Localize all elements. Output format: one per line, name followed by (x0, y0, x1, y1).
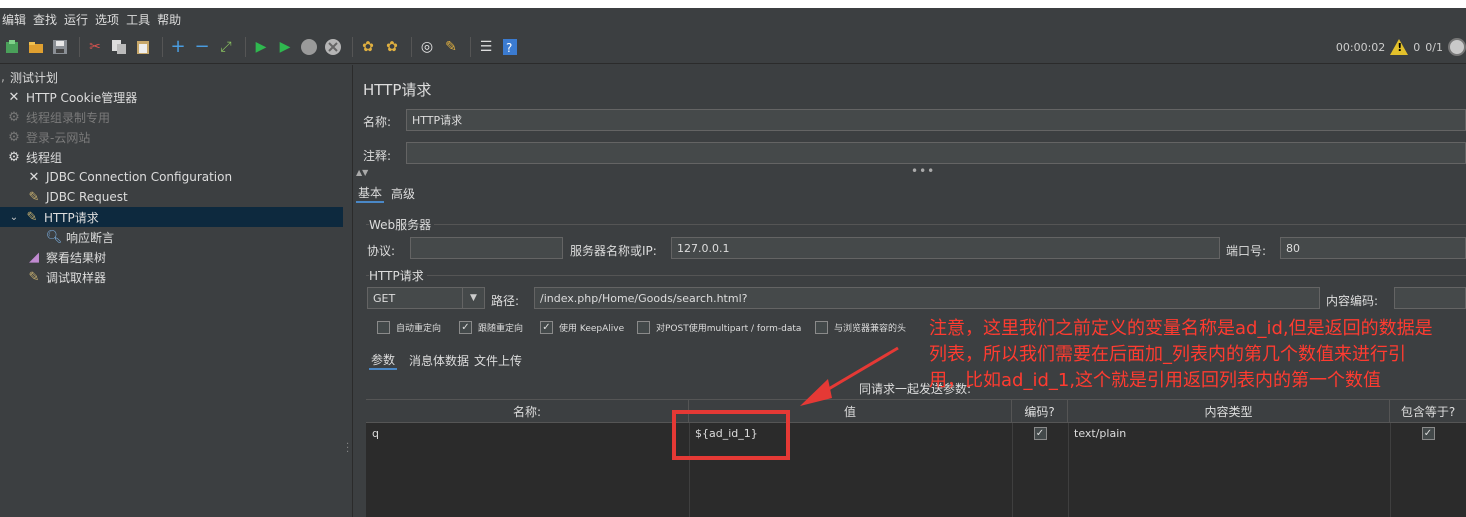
annotation-line-1: 注意，这里我们之前定义的变量名称是ad_id,但是返回的数据是 (929, 318, 1433, 339)
annotation-note: 注意，这里我们之前定义的变量名称是ad_id,但是返回的数据是 列表，所以我们需… (929, 316, 1466, 394)
annotation-line-3: 用，比如ad_id_1,这个就是引用返回列表内的第一个数值 (929, 370, 1382, 391)
annotation-line-2: 列表，所以我们需要在后面加_列表内的第几个数值来进行引 (929, 344, 1406, 365)
highlight-box (672, 410, 790, 460)
